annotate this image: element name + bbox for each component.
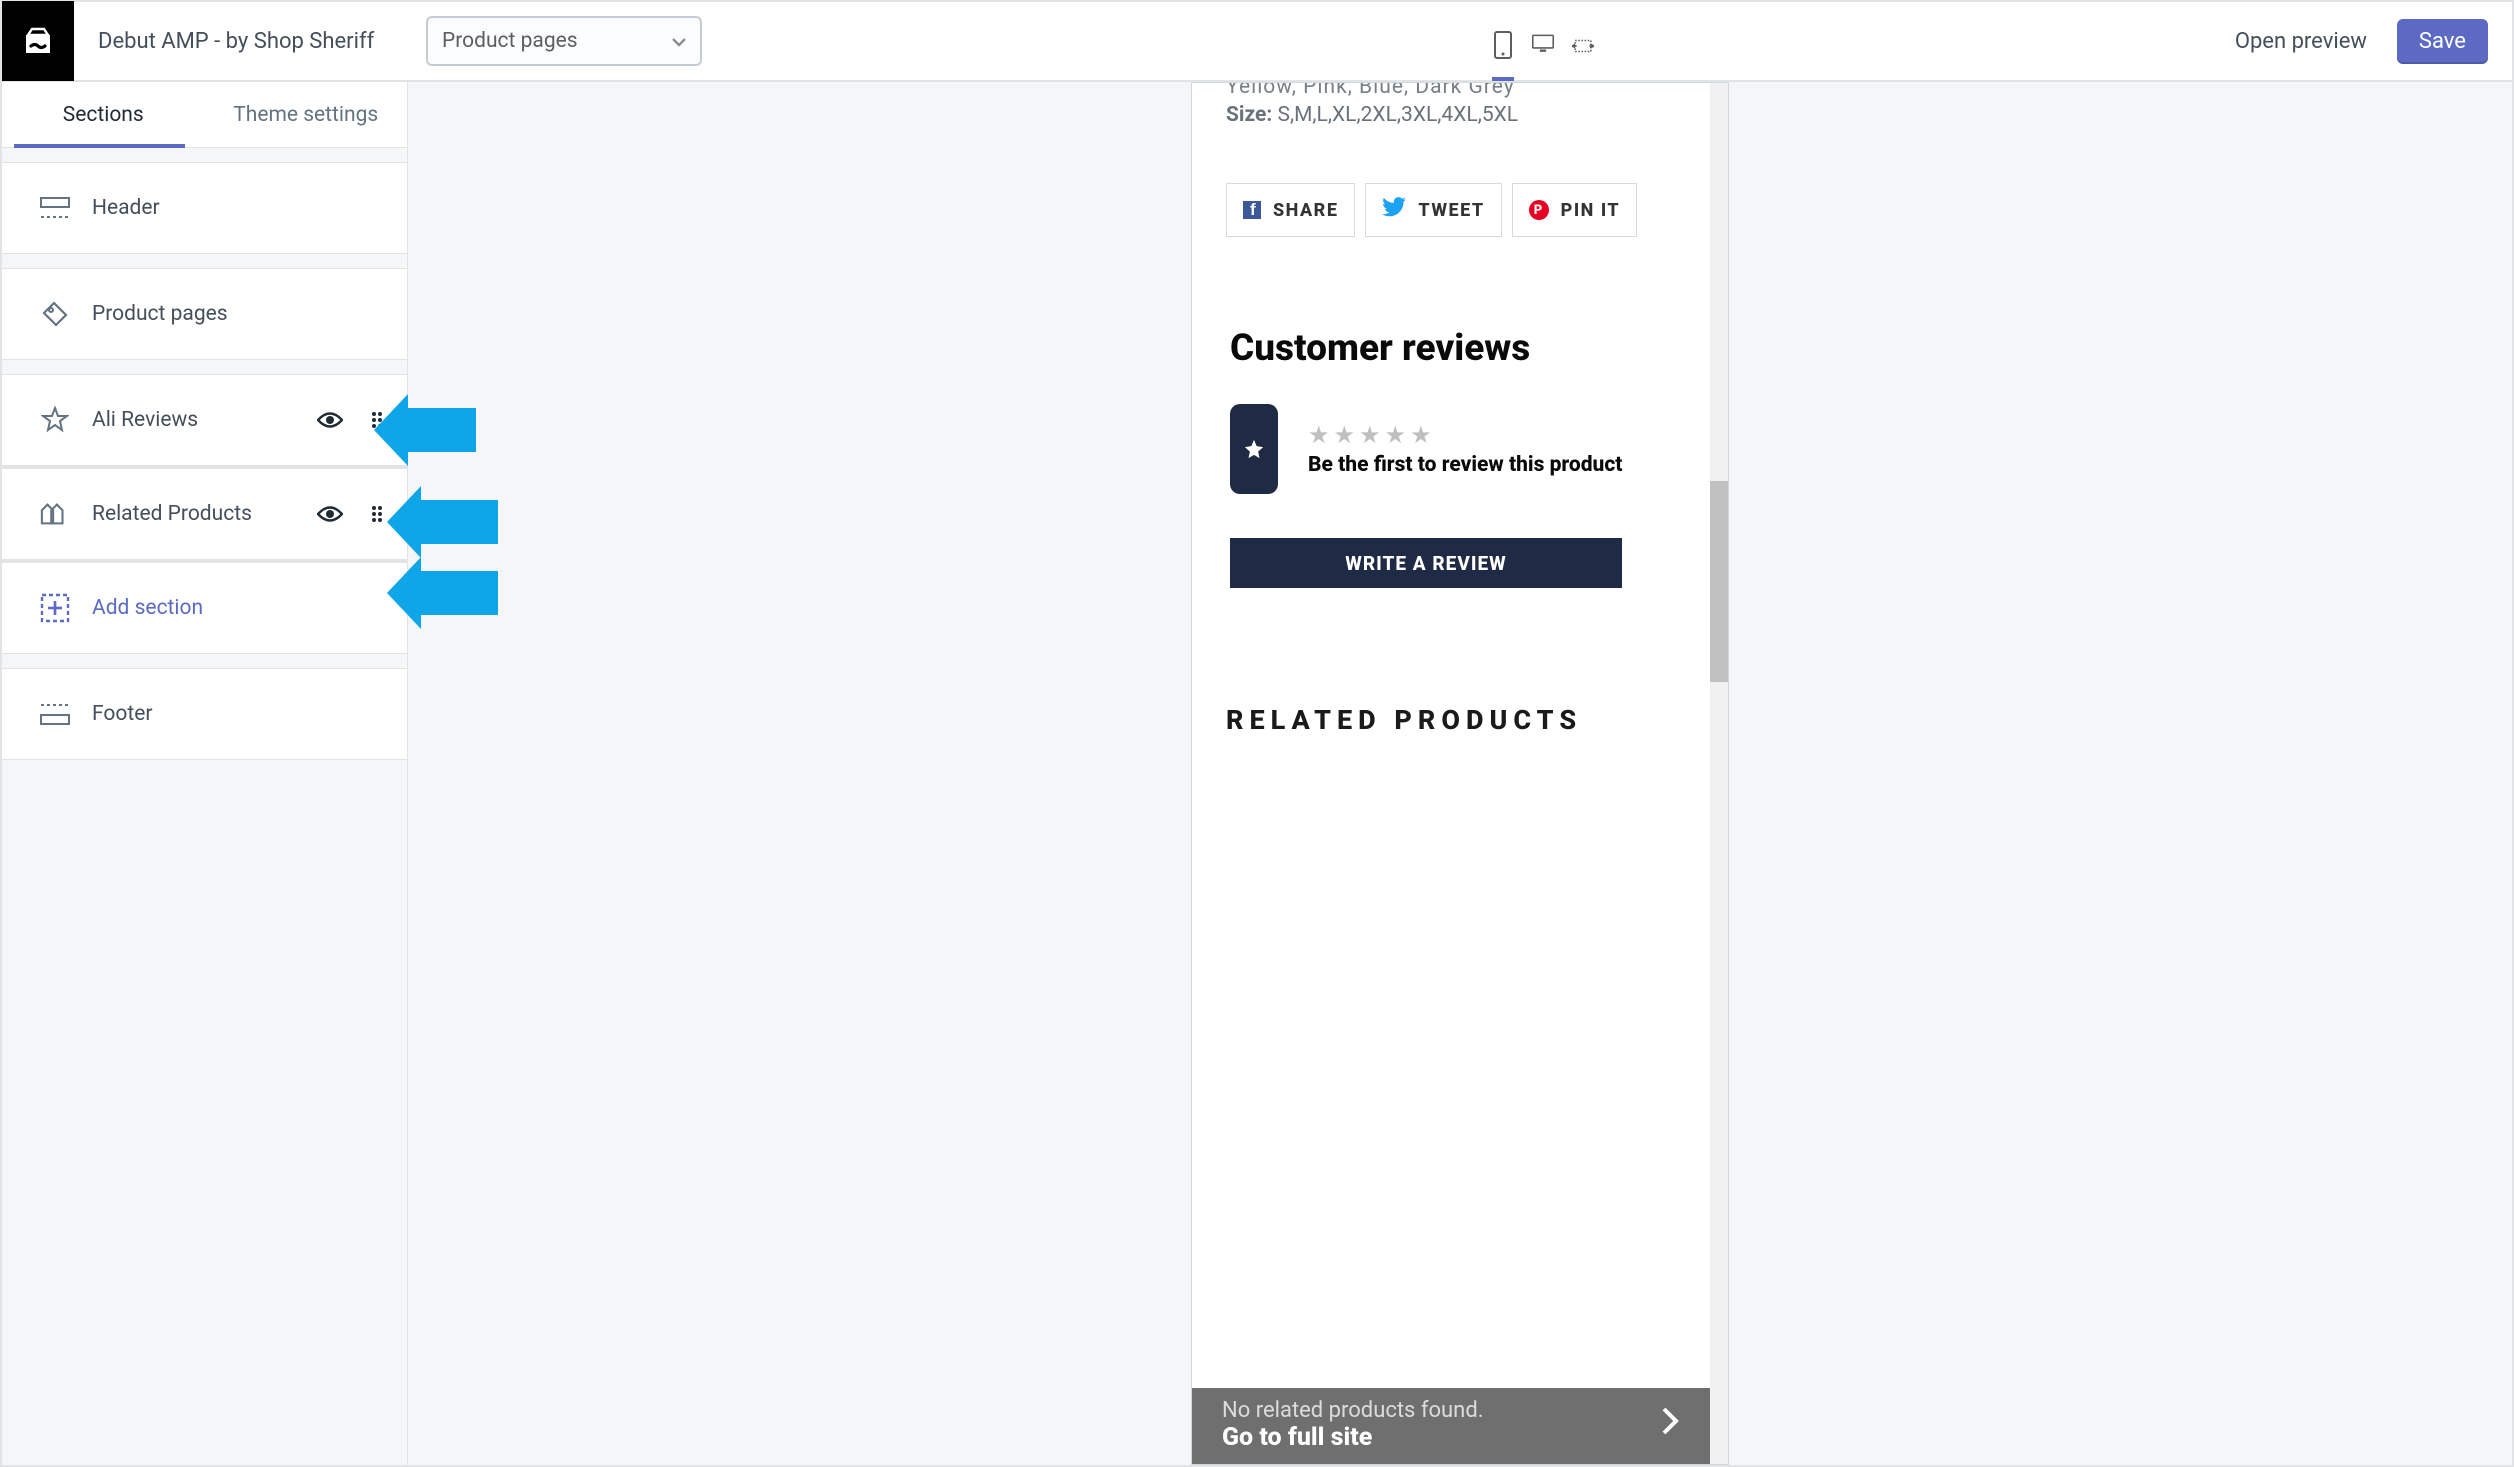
sidebar-item-header[interactable]: Header — [2, 162, 407, 254]
sidebar-item-label: Product pages — [92, 302, 383, 326]
no-related-text: No related products found. — [1222, 1398, 1484, 1423]
header-section-icon — [40, 193, 70, 223]
theme-title: Debut AMP - by Shop Sheriff — [74, 29, 404, 54]
rating-stars: ★ ★ ★ ★ ★ — [1308, 421, 1622, 449]
visibility-icon[interactable] — [317, 411, 343, 429]
sidebar-item-label: Header — [92, 196, 383, 220]
sidebar-item-label: Ali Reviews — [92, 408, 317, 432]
save-button[interactable]: Save — [2397, 19, 2488, 64]
product-meta: Yellow, Pink, Blue, Dark Grey Size: S,M,… — [1226, 83, 1694, 127]
page-type-select-value: Product pages — [442, 29, 578, 53]
preview-area: Yellow, Pink, Blue, Dark Grey Size: S,M,… — [408, 82, 2512, 1465]
arrow-indicator-icon — [419, 500, 498, 544]
tab-sections[interactable]: Sections — [2, 82, 205, 147]
reviews-title: Customer reviews — [1230, 327, 1690, 370]
first-review-text: Be the first to review this product — [1308, 453, 1622, 477]
star-icon — [40, 405, 70, 435]
app-logo — [2, 1, 74, 81]
star-icon: ★ — [1334, 421, 1356, 449]
related-products-icon — [40, 499, 70, 529]
tweet-label: TWEET — [1418, 200, 1484, 221]
star-icon: ★ — [1308, 421, 1330, 449]
device-fullwidth-icon[interactable] — [1572, 26, 1594, 56]
sidebar-item-label: Related Products — [92, 502, 317, 526]
related-products-heading: RELATED PRODUCTS — [1226, 704, 1694, 736]
tab-theme-settings[interactable]: Theme settings — [205, 82, 408, 147]
size-value: S,M,L,XL,2XL,3XL,4XL,5XL — [1277, 103, 1518, 127]
star-icon: ★ — [1410, 421, 1432, 449]
share-twitter-button[interactable]: TWEET — [1365, 183, 1501, 237]
share-label: SHARE — [1273, 200, 1338, 221]
device-mobile-icon[interactable] — [1492, 24, 1514, 81]
sidebar-item-label: Footer — [92, 702, 383, 726]
share-pinterest-button[interactable]: P PIN IT — [1512, 183, 1638, 237]
preview-frame: Yellow, Pink, Blue, Dark Grey Size: S,M,… — [1191, 82, 1729, 1465]
chevron-down-icon — [672, 29, 686, 53]
facebook-icon — [1243, 201, 1261, 219]
add-section-button[interactable]: Add section — [2, 562, 407, 654]
go-full-site-link: Go to full site — [1222, 1423, 1484, 1452]
size-label: Size: — [1226, 103, 1272, 127]
twitter-icon — [1382, 197, 1406, 223]
sidebar: Sections Theme settings Header Product p… — [2, 82, 408, 1465]
chevron-right-icon — [1660, 1404, 1680, 1446]
sidebar-item-label: Add section — [92, 596, 383, 620]
pinterest-icon: P — [1529, 200, 1549, 220]
write-review-button[interactable]: WRITE A REVIEW — [1230, 538, 1622, 588]
rating-card — [1230, 404, 1278, 494]
sidebar-item-product-pages[interactable]: Product pages — [2, 268, 407, 360]
arrow-indicator-icon — [419, 571, 498, 615]
sidebar-item-footer[interactable]: Footer — [2, 668, 407, 760]
star-icon: ★ — [1385, 421, 1407, 449]
star-icon: ★ — [1359, 421, 1381, 449]
colors-line: Yellow, Pink, Blue, Dark Grey — [1226, 82, 1694, 99]
pin-label: PIN IT — [1561, 200, 1621, 221]
footer-section-icon — [40, 699, 70, 729]
drag-handle-icon[interactable] — [371, 505, 383, 523]
page-type-select[interactable]: Product pages — [426, 16, 702, 66]
preview-bottom-bar[interactable]: No related products found. Go to full si… — [1192, 1388, 1710, 1464]
visibility-icon[interactable] — [317, 505, 343, 523]
device-desktop-icon[interactable] — [1532, 26, 1554, 56]
share-facebook-button[interactable]: SHARE — [1226, 183, 1355, 237]
scrollbar-track[interactable] — [1710, 83, 1728, 1464]
arrow-indicator-icon — [406, 408, 476, 452]
open-preview-link[interactable]: Open preview — [2235, 29, 2367, 54]
tag-icon — [40, 299, 70, 329]
sidebar-item-related-products[interactable]: Related Products — [2, 468, 407, 560]
topbar: Debut AMP - by Shop Sheriff Product page… — [2, 2, 2512, 82]
add-section-icon — [40, 593, 70, 623]
scrollbar-thumb[interactable] — [1710, 481, 1728, 682]
sidebar-item-ali-reviews[interactable]: Ali Reviews — [2, 374, 407, 466]
